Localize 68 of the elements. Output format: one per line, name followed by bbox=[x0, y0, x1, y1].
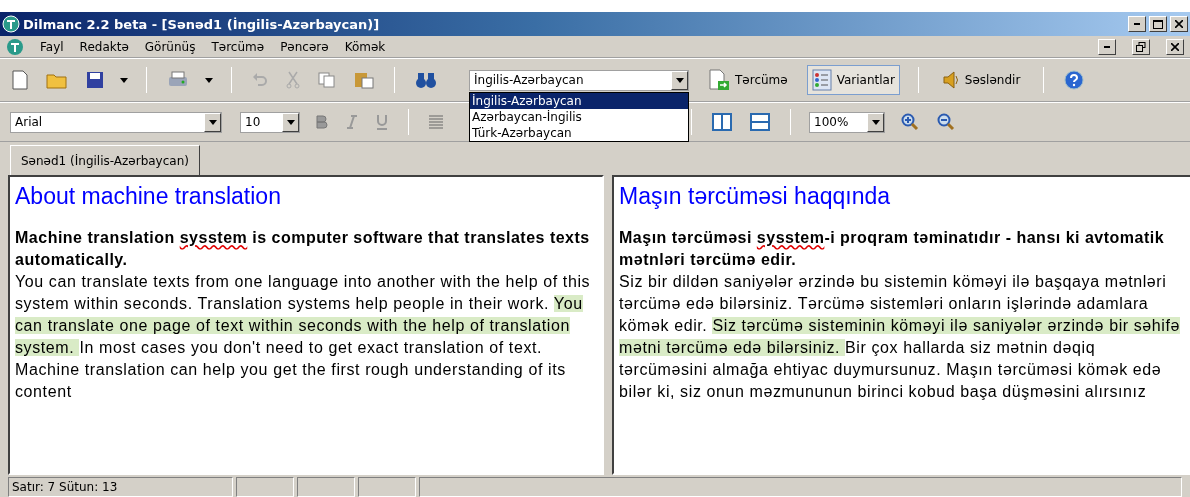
font-size-dropdown[interactable]: 10 bbox=[240, 111, 300, 133]
caret-icon bbox=[120, 77, 128, 83]
language-dropdown[interactable]: İngilis-Azərbaycan bbox=[469, 69, 689, 91]
maximize-icon bbox=[1153, 19, 1163, 29]
paragraph: You can translate texts from one language into another with the help of this system within seconds. Translation systems help people in their work. You can translate one page of text within seconds with the help of translation system. In most cases you don't need to get exact translation of text. Machine translation can help you get the first rough understanding of its content bbox=[15, 272, 592, 402]
restore-button[interactable] bbox=[1132, 38, 1150, 55]
caret-icon bbox=[205, 77, 213, 83]
heading: About machine translation bbox=[15, 182, 282, 211]
minimize-icon bbox=[1104, 45, 1110, 48]
list-icon bbox=[811, 69, 832, 91]
help-icon bbox=[1064, 70, 1085, 90]
menu-item[interactable]: Tərcümə bbox=[211, 39, 265, 54]
close-button[interactable] bbox=[1166, 38, 1184, 55]
two-columns-icon bbox=[712, 113, 732, 131]
copy-icon bbox=[318, 72, 336, 88]
undo-arrow-icon bbox=[252, 72, 268, 88]
minimize-button[interactable] bbox=[1098, 38, 1116, 55]
close-icon bbox=[1171, 42, 1179, 51]
zoom-in-icon bbox=[901, 113, 919, 131]
caret-icon bbox=[286, 119, 295, 125]
menu-item[interactable]: Pəncərə bbox=[280, 39, 329, 54]
lead-sentence: Maşın tərcüməsi sysstem-i proqram təminatıdır - hansı ki avtomatik mətnləri tərcümə edir. bbox=[619, 228, 1166, 270]
clipboard-icon bbox=[354, 71, 374, 89]
align-lines-icon bbox=[429, 115, 443, 129]
app-logo-icon bbox=[6, 37, 24, 56]
paragraph: Siz bir dildən saniyələr ərzində bu sistemin köməyi ilə başqaya mətnləri tərcümə edə bilərsiniz. Tərcümə sistemləri onların işlərində adamlara kömək edir. Siz tərcümə sisteminin köməyi ilə saniyələr ərzində bir səhifə mətni tərcümə edə bilərsiniz. Bir çox hallarda siz mətnin dəqiq tərcüməsini almağa ehtiyac duymursunuz. Maşın tərcüməsi kömək edə bilər ki, siz onun məzmununun birinci kobud başa düşməsini alırsınız bbox=[619, 272, 1182, 402]
language-option[interactable]: İngilis-Azərbaycan bbox=[470, 92, 688, 109]
toolbar-button[interactable]: Variantlar bbox=[806, 65, 900, 95]
document-tab[interactable]: Sənəd1 (İngilis-Azərbaycan) bbox=[10, 145, 200, 175]
app-logo-icon bbox=[2, 15, 20, 33]
zoom-dropdown[interactable]: 100% bbox=[809, 111, 885, 133]
caret-icon bbox=[871, 119, 880, 125]
menu-item[interactable]: Fayl bbox=[40, 39, 64, 54]
font-dropdown[interactable]: Arial bbox=[10, 111, 222, 133]
binoculars-icon bbox=[415, 72, 437, 88]
lead-sentence: Machine translation sysstem is computer software that translates texts automatically. bbox=[15, 228, 591, 270]
blank-page-icon bbox=[12, 70, 28, 90]
speaker-icon bbox=[941, 71, 960, 89]
close-button[interactable] bbox=[1170, 16, 1188, 32]
text-pane[interactable] bbox=[612, 175, 1190, 475]
minimize-button[interactable] bbox=[1128, 16, 1146, 32]
italic-icon bbox=[346, 115, 358, 129]
zoom-out-icon bbox=[937, 113, 955, 131]
status-panel bbox=[297, 477, 355, 497]
status-panel bbox=[236, 477, 294, 497]
menu-item[interactable]: Kömək bbox=[344, 39, 386, 54]
caret-icon bbox=[675, 77, 684, 83]
toolbar-button[interactable]: Səsləndir bbox=[936, 65, 1026, 95]
caret-icon bbox=[208, 119, 217, 125]
menu-item[interactable]: Redaktə bbox=[79, 39, 129, 54]
scissors-icon bbox=[286, 71, 300, 89]
toolbar-button[interactable]: Tərcümə bbox=[703, 65, 793, 95]
bold-icon bbox=[316, 115, 328, 129]
status-panel bbox=[358, 477, 416, 497]
printer-icon bbox=[167, 71, 189, 89]
heading: Maşın tərcüməsi haqqında bbox=[619, 182, 892, 211]
minimize-icon bbox=[1134, 23, 1140, 25]
close-icon bbox=[1175, 20, 1183, 28]
menu-item[interactable]: Görünüş bbox=[144, 39, 196, 54]
folder-icon bbox=[46, 71, 68, 89]
status-text: Satır: 7 Sütun: 13 bbox=[8, 477, 233, 497]
window-title: Dilmanc 2.2 beta - [Sənəd1 (İngilis-Azərbaycan)] bbox=[23, 16, 381, 32]
two-rows-icon bbox=[750, 113, 770, 131]
document-arrow-icon bbox=[708, 69, 730, 91]
restore-icon bbox=[1136, 41, 1146, 52]
maximize-button[interactable] bbox=[1149, 16, 1167, 32]
text-pane[interactable] bbox=[8, 175, 604, 475]
underline-icon bbox=[376, 114, 388, 130]
